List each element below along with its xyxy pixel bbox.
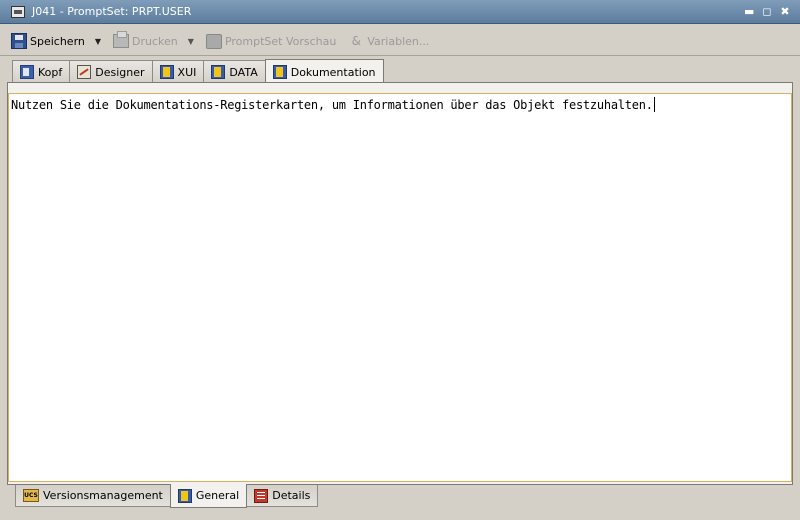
close-button[interactable]: ✖	[780, 5, 790, 18]
ucs-icon: UCS	[23, 489, 39, 502]
variables-button[interactable]: & Variablen...	[346, 30, 431, 52]
tab-label: Details	[272, 489, 311, 502]
book-icon	[159, 65, 174, 79]
print-button[interactable]: Drucken	[111, 30, 180, 52]
tab-kopf[interactable]: Kopf	[12, 60, 71, 83]
tab-dokumentation[interactable]: Dokumentation	[264, 59, 384, 84]
save-label: Speichern	[30, 34, 85, 48]
tab-label: XUI	[177, 65, 197, 79]
book-icon	[177, 488, 192, 503]
tab-label: Kopf	[38, 65, 63, 79]
tab-label: Designer	[95, 65, 145, 79]
tab-versionsmanagement[interactable]: UCS Versionsmanagement	[15, 485, 171, 507]
details-icon	[254, 488, 269, 503]
tab-details[interactable]: Details	[246, 485, 319, 507]
toolbar: Speichern ▼ Drucken ▼ PromptSet Vorschau…	[0, 26, 800, 56]
top-tab-bar: Kopf Designer XUI DATA Dokumentation	[12, 59, 384, 84]
book-icon	[272, 65, 287, 79]
maximize-button[interactable]: ◻	[762, 5, 772, 18]
tab-label: Dokumentation	[290, 65, 376, 79]
print-dropdown-arrow[interactable]: ▼	[188, 37, 194, 46]
preview-button[interactable]: PromptSet Vorschau	[204, 30, 338, 52]
window-controls: ▬ ◻ ✖	[744, 5, 790, 18]
designer-icon	[77, 65, 92, 79]
variables-icon: &	[351, 34, 362, 48]
save-dropdown-arrow[interactable]: ▼	[95, 37, 101, 46]
tab-xui[interactable]: XUI	[151, 60, 205, 83]
print-label: Drucken	[132, 34, 178, 48]
info-icon	[20, 65, 34, 79]
editor-text: Nutzen Sie die Dokumentations-Registerka…	[11, 98, 653, 112]
save-icon	[11, 33, 27, 49]
tab-general[interactable]: General	[169, 484, 248, 508]
minimize-button[interactable]: ▬	[744, 5, 754, 18]
documentation-editor[interactable]: Nutzen Sie die Dokumentations-Registerka…	[8, 93, 792, 482]
printer-icon	[113, 31, 130, 48]
tab-label: Versionsmanagement	[43, 489, 163, 502]
app-icon	[11, 5, 25, 18]
bottom-tab-bar: UCS Versionsmanagement General Details	[15, 484, 319, 509]
tab-data[interactable]: DATA	[203, 60, 266, 83]
book-icon	[211, 65, 226, 79]
window-title: J041 - PromptSet: PRPT.USER	[32, 5, 192, 18]
tab-label: DATA	[229, 65, 258, 79]
preview-icon	[205, 33, 222, 49]
text-caret	[653, 97, 655, 112]
save-button[interactable]: Speichern	[9, 30, 87, 52]
variables-label: Variablen...	[367, 34, 430, 48]
preview-label: PromptSet Vorschau	[224, 34, 337, 48]
toolbar-divider	[0, 55, 800, 56]
tab-designer[interactable]: Designer	[69, 60, 153, 83]
title-bar: J041 - PromptSet: PRPT.USER ▬ ◻ ✖	[0, 0, 800, 24]
tab-label: General	[195, 489, 240, 502]
